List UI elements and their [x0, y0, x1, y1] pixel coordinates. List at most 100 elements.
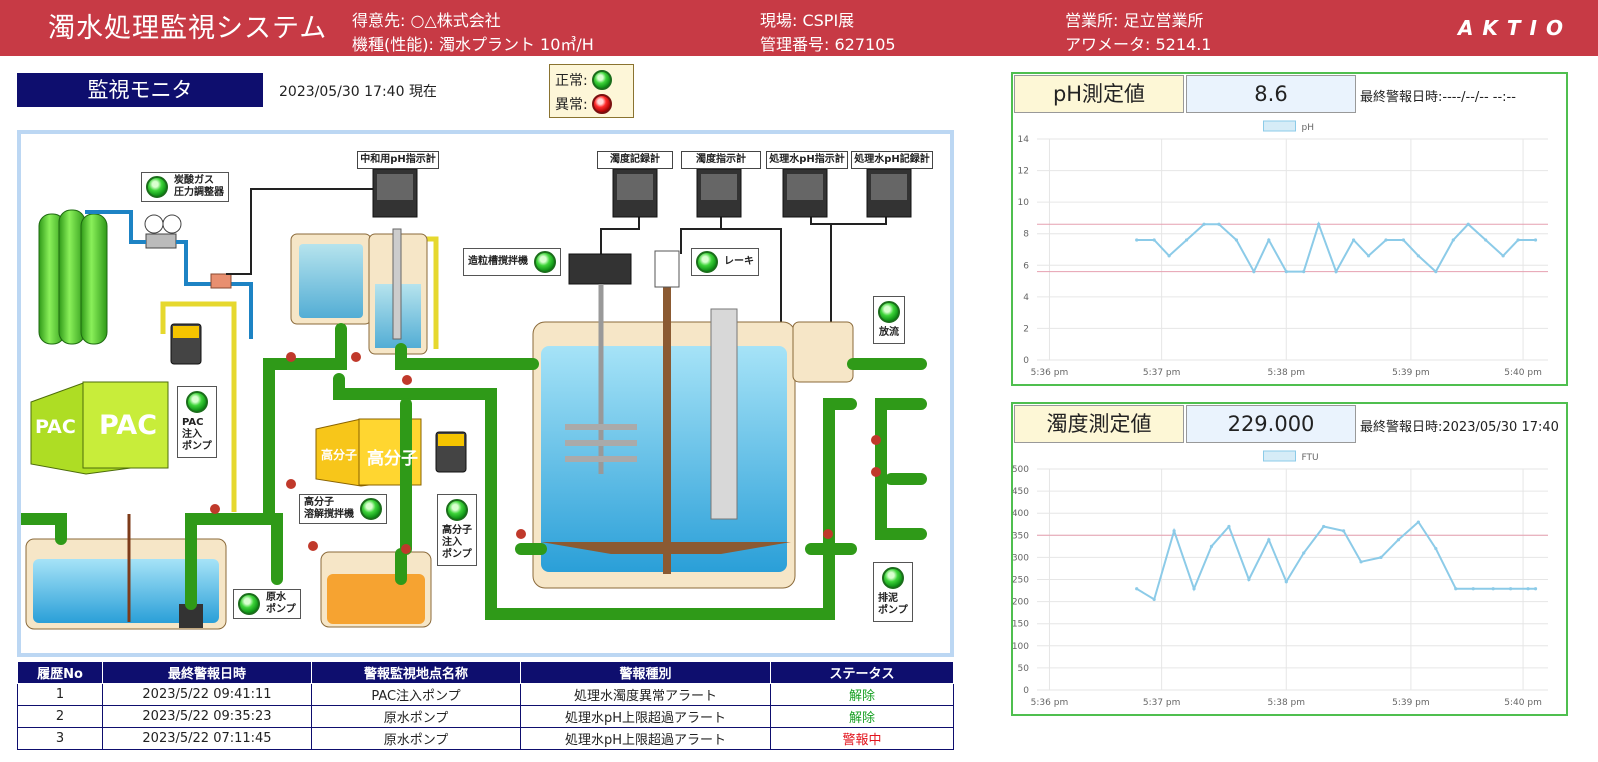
turbidity-value: 229.000: [1186, 405, 1356, 443]
data-point: [1322, 524, 1326, 529]
ph-last-alarm: 最終警報日時:----/--/-- --:--: [1360, 90, 1516, 105]
cell-status: 警報中: [770, 727, 954, 750]
y-tick-label: 0: [1023, 686, 1029, 696]
y-tick-label: 8: [1023, 230, 1029, 240]
cell-point: 原水ポンプ: [311, 705, 521, 728]
discharge-tag[interactable]: 放流: [873, 296, 905, 344]
cell-no: 3: [17, 727, 103, 750]
turbidity-recorder-label: 濁度記録計: [597, 151, 673, 169]
col-history-no: 履歴No: [17, 661, 103, 684]
x-tick-label: 5:37 pm: [1143, 698, 1181, 708]
data-point: [1533, 238, 1538, 242]
sludge-pump-label: 排泥 ポンプ: [878, 593, 908, 616]
x-tick-label: 5:39 pm: [1392, 698, 1430, 708]
cell-status: 解除: [770, 705, 954, 728]
data-point: [1471, 587, 1475, 591]
cell-point: PAC注入ポンプ: [311, 683, 521, 706]
data-point: [1342, 529, 1346, 533]
treated-ph-recorder-label: 処理水pH記録計: [851, 151, 933, 169]
data-point: [1434, 270, 1438, 274]
co2-cylinders: [38, 209, 108, 345]
data-point: [1302, 551, 1306, 555]
polymer-mixer-tag[interactable]: 高分子 溶解撹拌機: [299, 494, 387, 524]
table-row[interactable]: 2 2023/5/22 09:35:23 原水ポンプ 処理水pH上限超過アラート…: [17, 705, 954, 728]
y-tick-label: 2: [1023, 324, 1029, 334]
y-tick-label: 4: [1023, 293, 1029, 303]
cell-type: 処理水pH上限超過アラート: [520, 705, 771, 728]
ph-panel: pH測定値 8.6 最終警報日時:----/--/-- --:-- pH 0 2 4 6…: [1011, 72, 1568, 386]
y-tick-label: 250: [1013, 576, 1029, 586]
pac-pump-tag[interactable]: PAC 注入 ポンプ: [177, 386, 217, 458]
x-tick-label: 5:40 pm: [1504, 368, 1542, 378]
data-point: [1351, 238, 1356, 242]
col-last-alarm-time: 最終警報日時: [102, 661, 312, 684]
y-tick-label: 50: [1018, 664, 1030, 674]
cell-status: 解除: [770, 683, 954, 706]
data-point: [1401, 238, 1406, 242]
legend-swatch: [1263, 450, 1296, 462]
data-point: [1217, 222, 1221, 226]
legend-normal-label: 正常:: [555, 73, 588, 89]
turbidity-panel: 濁度測定値 229.000 最終警報日時:2023/05/30 17:40 FT…: [1011, 402, 1568, 716]
y-tick-label: 14: [1018, 135, 1030, 145]
x-tick-label: 5:38 pm: [1267, 368, 1305, 378]
data-point: [1234, 238, 1239, 242]
y-tick-label: 300: [1013, 553, 1029, 563]
data-point: [1454, 587, 1458, 591]
data-point: [1533, 587, 1538, 591]
data-point: [1152, 238, 1156, 242]
polymer-pump-tag[interactable]: 高分子 注入 ポンプ: [437, 494, 477, 566]
col-alarm-type: 警報種別: [520, 661, 771, 684]
co2-regulator-label: 炭酸ガス 圧力調整器: [174, 175, 224, 198]
cell-datetime: 2023/5/22 09:35:23: [102, 705, 312, 728]
data-point: [1152, 597, 1156, 601]
y-tick-label: 6: [1023, 261, 1029, 271]
sludge-pump-tag[interactable]: 排泥 ポンプ: [873, 562, 913, 622]
data-point: [1184, 238, 1189, 242]
data-point: [1284, 580, 1288, 584]
pac-pump-status-icon: [185, 391, 208, 413]
cell-datetime: 2023/5/22 09:41:11: [102, 683, 312, 706]
table-row[interactable]: 1 2023/5/22 09:41:11 PAC注入ポンプ 処理水濁度異常アラー…: [17, 683, 954, 706]
y-tick-label: 0: [1023, 356, 1029, 366]
rake-label: レーキ: [724, 256, 754, 267]
data-point: [1227, 524, 1231, 529]
monitor-title: 監視モニタ: [17, 73, 263, 107]
data-point: [1135, 238, 1139, 242]
data-point: [1209, 544, 1214, 548]
data-point: [1379, 555, 1383, 559]
data-point: [1396, 538, 1401, 542]
polymer-pump-status-icon: [446, 499, 468, 521]
y-tick-label: 200: [1013, 598, 1029, 608]
raw-pump-tag[interactable]: 原水 ポンプ: [233, 589, 301, 619]
data-point: [1501, 254, 1505, 258]
hour-meter-field: アワメータ: 5214.1: [1065, 35, 1212, 54]
neutral-ph-meter-label: 中和用pH指示計: [357, 151, 439, 169]
rake-tag[interactable]: レーキ: [691, 248, 759, 276]
data-point: [1247, 577, 1251, 582]
data-point: [1172, 529, 1176, 533]
series-line: [1136, 520, 1536, 601]
legend-label: FTU: [1302, 453, 1319, 463]
discharge-label: 放流: [879, 327, 899, 338]
raw-pump-status-icon: [238, 593, 260, 615]
data-point: [1384, 238, 1388, 242]
process-diagram: 炭酸ガス 圧力調整器 中和用pH指示計 濁度記録計 濁度指示計 処理水pH指示計…: [17, 130, 954, 657]
discharge-status-icon: [878, 301, 900, 323]
data-point: [1267, 238, 1271, 242]
mgmt-number-field: 管理番号: 627105: [760, 35, 896, 54]
co2-regulator-tag[interactable]: 炭酸ガス 圧力調整器: [141, 172, 229, 202]
legend-label: pH: [1302, 123, 1314, 133]
data-point: [1491, 587, 1495, 591]
y-tick-label: 500: [1013, 465, 1029, 475]
cell-no: 1: [17, 683, 103, 706]
x-tick-label: 5:37 pm: [1143, 368, 1181, 378]
data-point: [1526, 587, 1530, 591]
polymer-mixer-status-icon: [360, 498, 382, 520]
pac-tank-small-label: PAC: [35, 416, 76, 438]
granulation-mixer-tag[interactable]: 造粒槽撹拌機: [463, 248, 561, 276]
instrument-monitors: [372, 168, 912, 218]
table-row[interactable]: 3 2023/5/22 07:11:45 原水ポンプ 処理水pH上限超過アラート…: [17, 727, 954, 750]
data-point: [1366, 254, 1371, 258]
granulation-mixer-label: 造粒槽撹拌機: [468, 256, 528, 267]
